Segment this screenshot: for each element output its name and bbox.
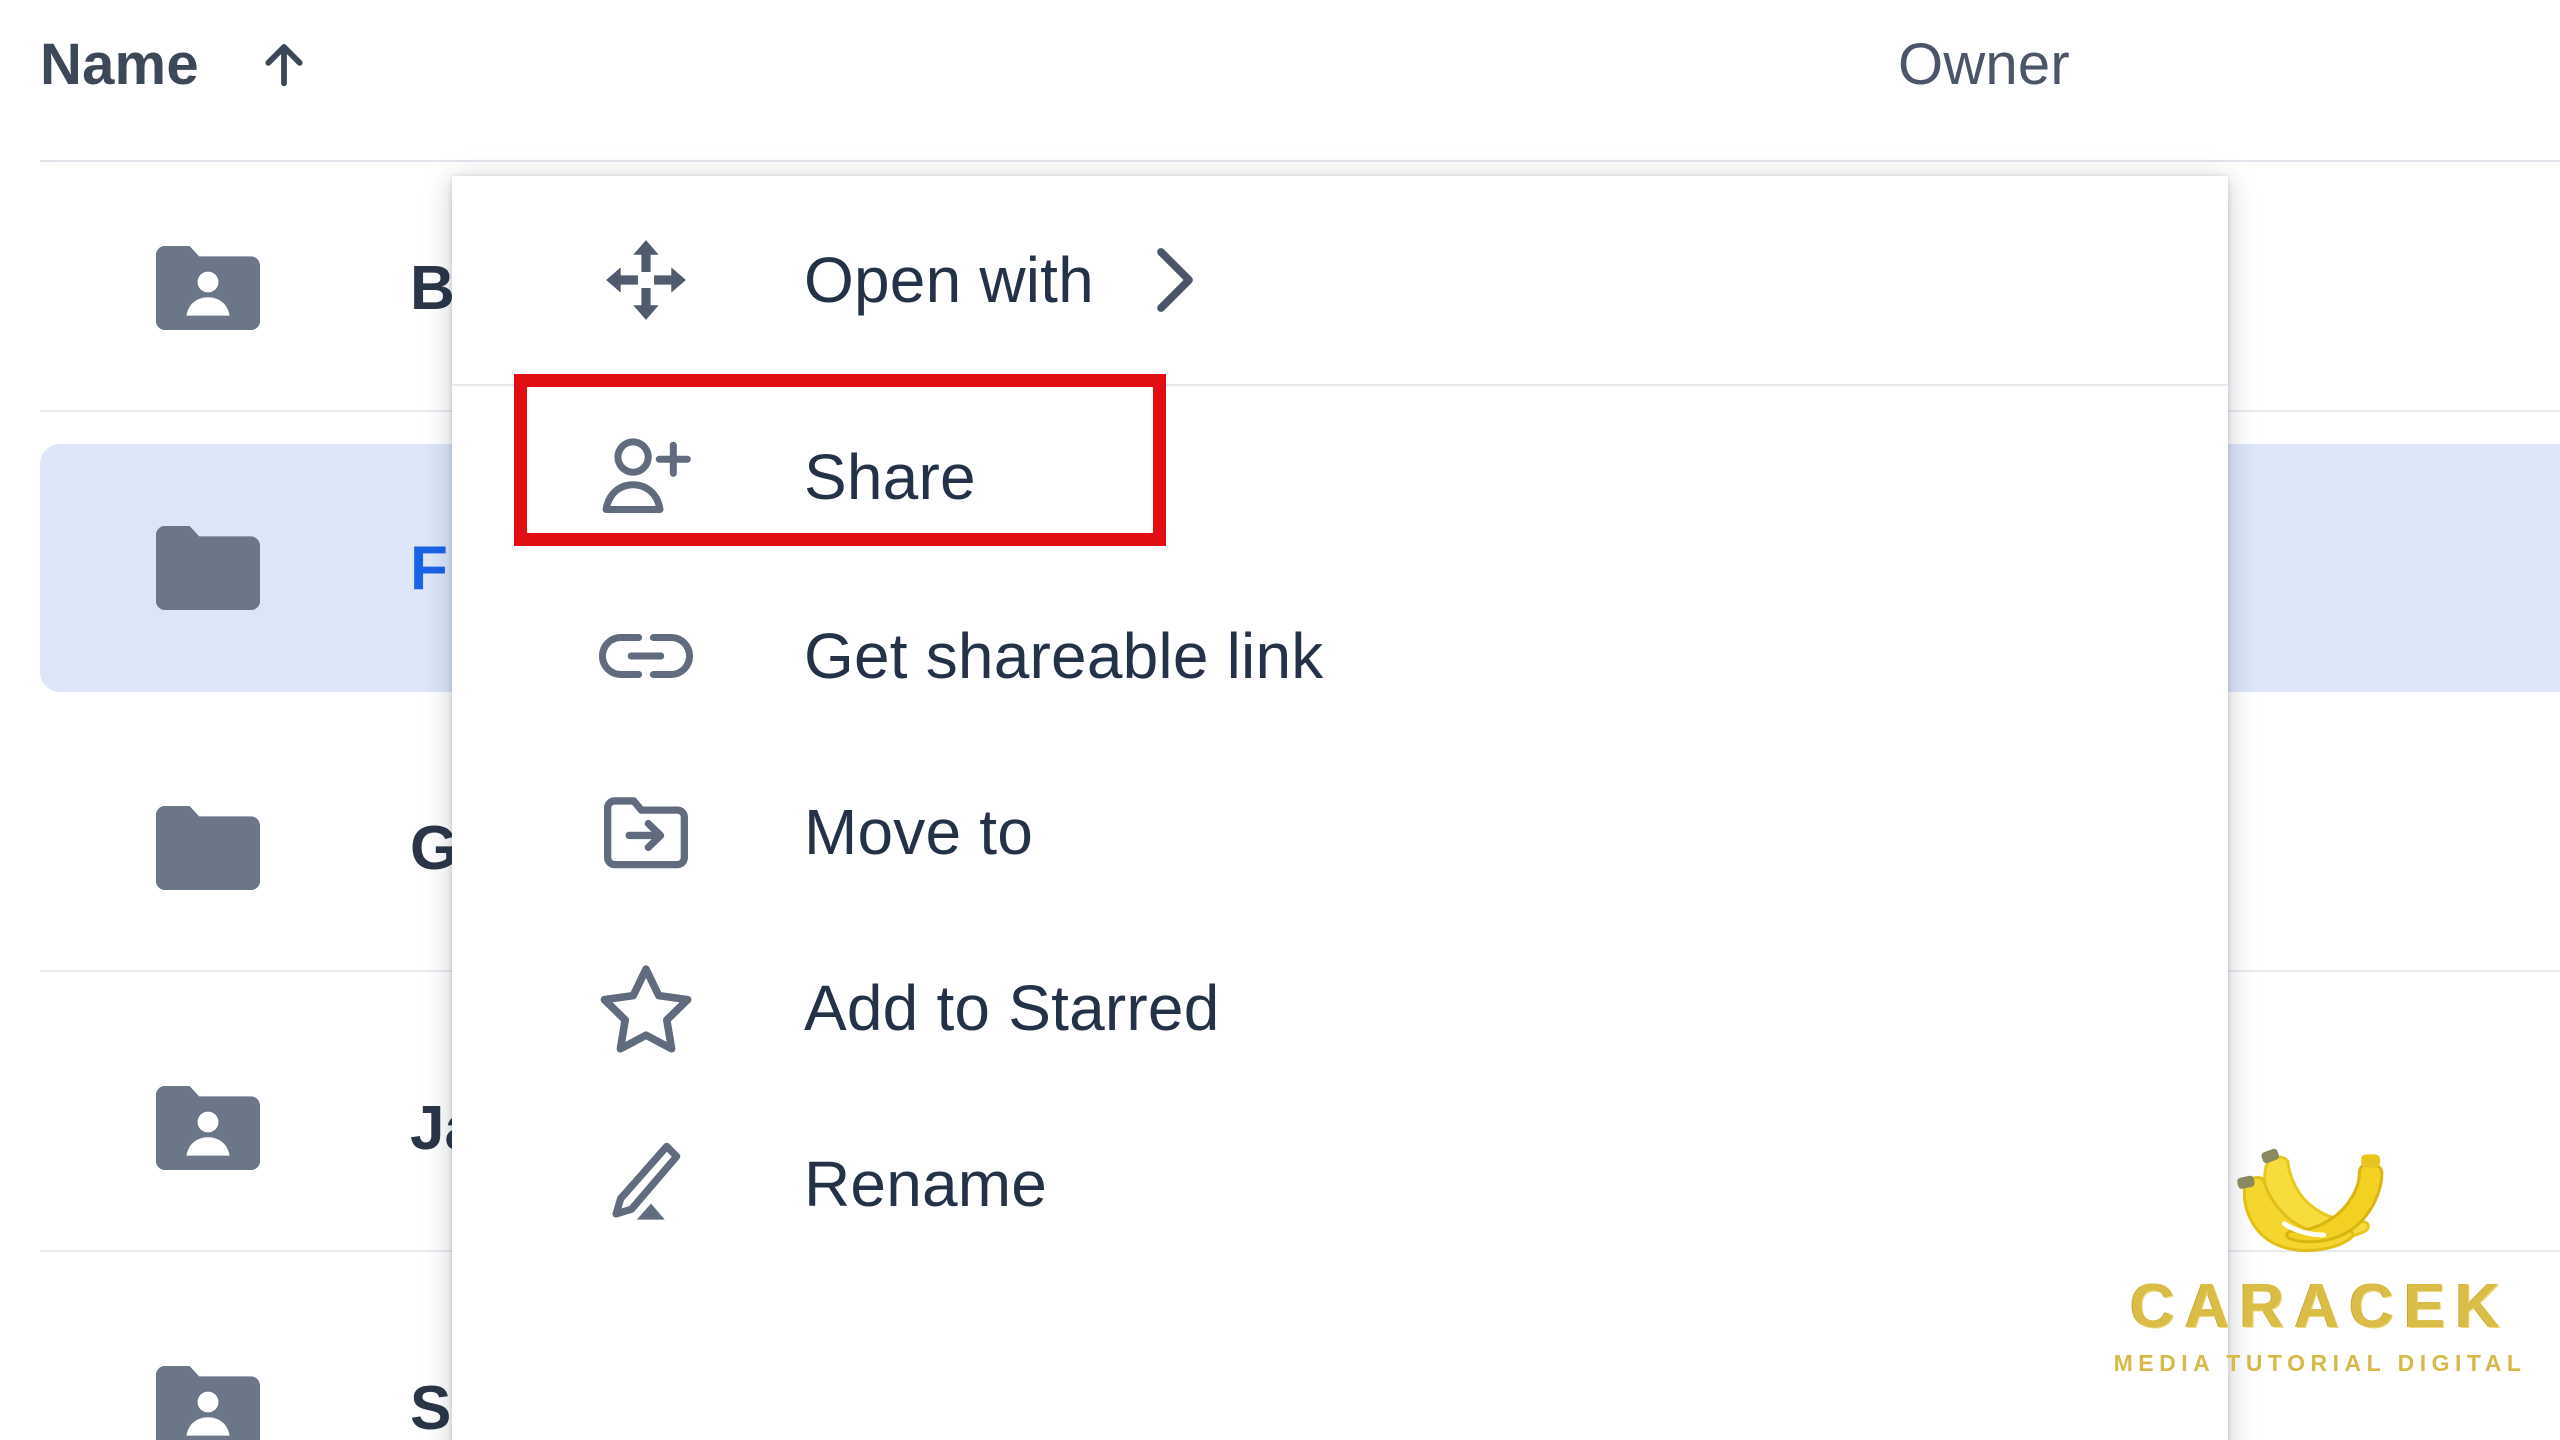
move-arrows-icon (598, 232, 694, 328)
header-divider (40, 160, 2560, 162)
menu-item-get-shareable-link[interactable]: Get shareable link (452, 568, 2228, 744)
menu-item-label: Move to (804, 796, 1034, 868)
menu-item-label: Share (804, 441, 976, 513)
menu-item-open-with[interactable]: Open with (452, 176, 2228, 384)
menu-item-move-to[interactable]: Move to (452, 744, 2228, 920)
chevron-right-icon (1152, 243, 1198, 317)
menu-item-label: Open with (804, 244, 1094, 316)
context-menu: Open with Share Get shareable link Move … (452, 176, 2228, 1440)
menu-item-label: Rename (804, 1148, 1048, 1220)
link-icon (598, 608, 694, 704)
menu-item-rename[interactable]: Rename (452, 1096, 2228, 1272)
folder-icon (148, 802, 260, 894)
menu-item-share[interactable]: Share (452, 374, 2228, 568)
folder-icon (148, 522, 260, 614)
person-add-icon (598, 429, 694, 525)
menu-item-label: Add to Starred (804, 972, 1220, 1044)
screen: Name Owner Bu (0, 0, 2560, 1440)
menu-item-add-to-starred[interactable]: Add to Starred (452, 920, 2228, 1096)
pencil-icon (598, 1136, 694, 1232)
folder-move-icon (598, 784, 694, 880)
arrow-up-icon (255, 35, 313, 93)
shared-folder-icon (148, 1362, 260, 1440)
star-outline-icon (598, 960, 694, 1056)
column-header-name[interactable]: Name (40, 0, 313, 128)
column-header-owner-label: Owner (1898, 31, 2070, 97)
shared-folder-icon (148, 242, 260, 334)
shared-folder-icon (148, 1082, 260, 1174)
column-header-name-label: Name (40, 31, 199, 97)
menu-item-label: Get shareable link (804, 620, 1324, 692)
column-header-owner[interactable]: Owner (1898, 0, 2070, 128)
